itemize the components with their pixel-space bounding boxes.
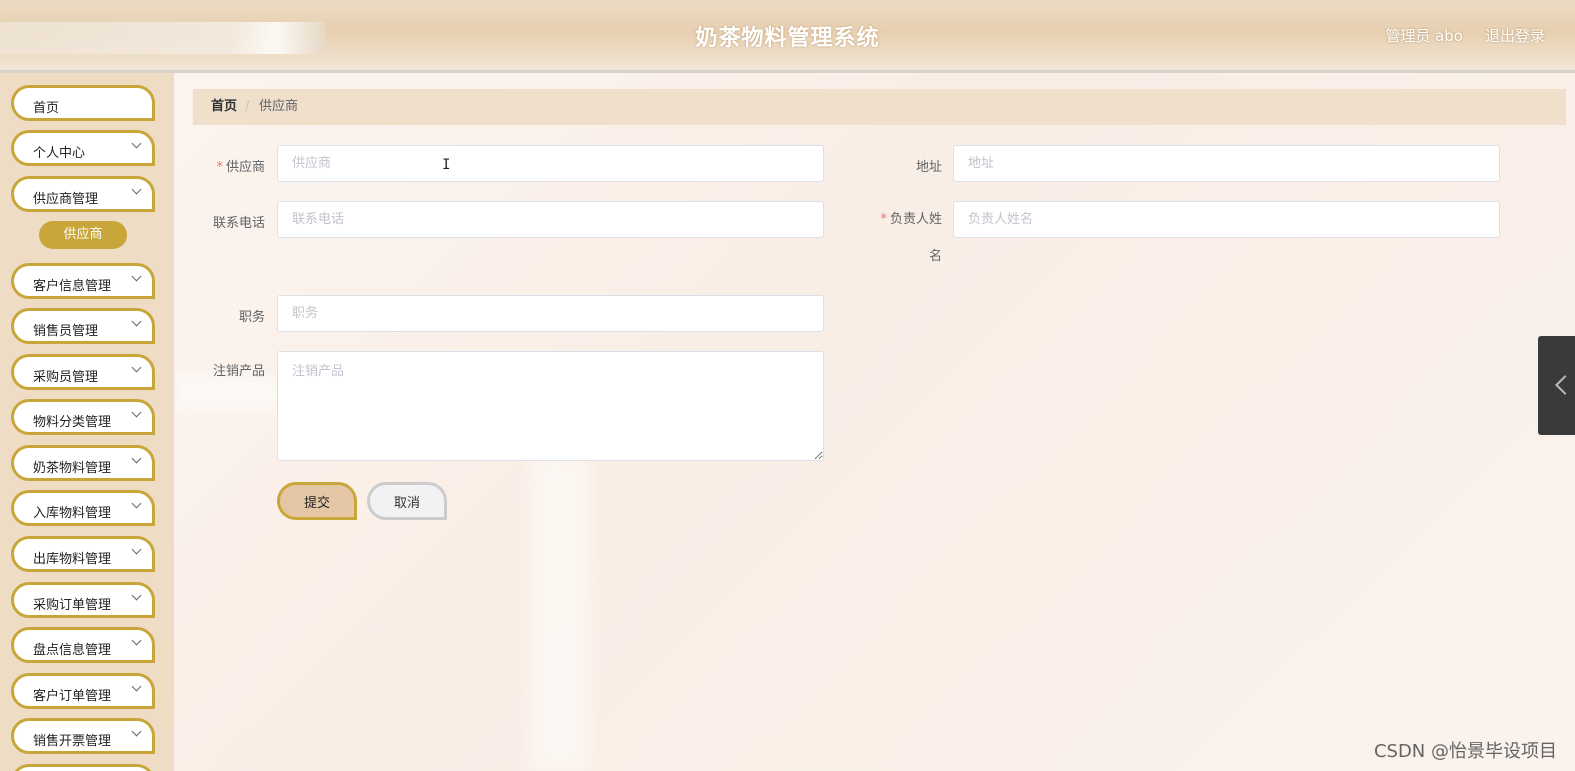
app-title: 奶茶物料管理系统: [695, 26, 880, 51]
chevron-down-icon: [131, 635, 142, 646]
sidebar-item-label: 客户订单管理: [33, 689, 112, 704]
contact-name-input[interactable]: [953, 201, 1500, 238]
sidebar-item-label: 入库物料管理: [33, 506, 112, 521]
sidebar-menu: 首页 个人中心 供应商管理 供应商 客户信息管理 销售员管理 采购员管理 物料分…: [0, 73, 174, 771]
chevron-down-icon: [131, 362, 142, 373]
text-cursor-icon: I: [442, 157, 451, 173]
sidebar-item-salesperson[interactable]: 销售员管理: [11, 308, 155, 344]
sidebar-item-purchaser[interactable]: 采购员管理: [11, 354, 155, 390]
supplier-label-text: 供应商: [225, 160, 265, 175]
sidebar-item-label: 奶茶物料管理: [33, 461, 112, 476]
chevron-down-icon: [131, 138, 142, 149]
current-user: 管理员 abo: [1385, 27, 1463, 45]
watermark: CSDN @怡景毕设项目: [1373, 741, 1557, 762]
chevron-down-icon: [131, 271, 142, 282]
breadcrumb-separator: /: [245, 99, 250, 114]
sidebar-item-customer-order[interactable]: 客户订单管理: [11, 673, 155, 709]
contact-name-label-line2: 名: [928, 249, 942, 264]
chevron-down-icon: [131, 316, 142, 327]
sidebar-item-inbound-material[interactable]: 入库物料管理: [11, 490, 155, 526]
sidebar-item-label: 物料分类管理: [33, 415, 112, 430]
sidebar-item-material-category[interactable]: 物料分类管理: [11, 399, 155, 435]
sidebar-item-personal-center[interactable]: 个人中心: [11, 130, 155, 166]
products-textarea[interactable]: [277, 351, 824, 461]
address-label: 地址: [915, 160, 942, 175]
submit-button[interactable]: 提交: [277, 482, 357, 520]
breadcrumb-current: 供应商: [259, 99, 299, 114]
chevron-down-icon: [131, 407, 142, 418]
sidebar-item-customer-info[interactable]: 客户信息管理: [11, 263, 155, 299]
supplier-input[interactable]: [277, 145, 824, 182]
phone-label: 联系电话: [212, 216, 265, 231]
sidebar-item-label: 销售员管理: [33, 324, 99, 339]
chevron-down-icon: [131, 726, 142, 737]
sidebar-item-purchase-order[interactable]: 采购订单管理: [11, 582, 155, 618]
chevron-down-icon: [131, 544, 142, 555]
background-decor: [529, 453, 589, 771]
chevron-down-icon: [131, 681, 142, 692]
sidebar-item-supplier-management[interactable]: 供应商管理: [11, 176, 155, 212]
products-label: 注销产品: [212, 364, 265, 379]
sidebar-item-label: 销售开票管理: [33, 734, 112, 749]
app-header: 奶茶物料管理系统 管理员 abo 退出登录: [0, 0, 1575, 73]
main-content: 首页 / 供应商 *供应商 I 地址 联系电话 *负责人姓 名 职务 注销产品 …: [174, 73, 1575, 771]
chevron-down-icon: [131, 498, 142, 509]
chevron-down-icon: [131, 590, 142, 601]
breadcrumb: 首页 / 供应商: [193, 89, 1566, 125]
chevron-left-icon: [1555, 375, 1575, 395]
required-mark: *: [880, 212, 887, 227]
sidebar-subitem-supplier[interactable]: 供应商: [39, 221, 127, 249]
cancel-button[interactable]: 取消: [367, 482, 447, 520]
sidebar-item-inventory-check[interactable]: 盘点信息管理: [11, 627, 155, 663]
supplier-label: * 供应商: [185, 156, 265, 175]
chevron-down-icon: [131, 184, 142, 195]
sidebar-item-more[interactable]: [11, 764, 155, 771]
sidebar-item-label: 客户信息管理: [33, 279, 112, 294]
background-decor: [174, 373, 284, 413]
sidebar-item-tea-material[interactable]: 奶茶物料管理: [11, 445, 155, 481]
address-input[interactable]: [953, 145, 1500, 182]
contact-name-label-line1: 负责人姓: [889, 212, 942, 227]
contact-name-label: * 负责人姓 名: [862, 201, 942, 275]
breadcrumb-home[interactable]: 首页: [211, 89, 237, 125]
logout-link[interactable]: 退出登录: [1485, 25, 1545, 46]
phone-input[interactable]: [277, 201, 824, 238]
sidebar-item-label: 采购员管理: [33, 370, 99, 385]
position-label: 职务: [238, 310, 265, 325]
sidebar-item-sales-invoice[interactable]: 销售开票管理: [11, 718, 155, 754]
sidebar-item-label: 首页: [33, 101, 60, 116]
sidebar-item-home[interactable]: 首页: [11, 85, 155, 121]
sidebar-item-label: 出库物料管理: [33, 552, 112, 567]
sidebar-item-label: 盘点信息管理: [33, 643, 112, 658]
sidebar-item-label: 供应商管理: [33, 192, 99, 207]
sidebar-item-label: 个人中心: [33, 146, 86, 161]
required-mark: *: [216, 160, 223, 175]
sidebar-item-outbound-material[interactable]: 出库物料管理: [11, 536, 155, 572]
position-input[interactable]: [277, 295, 824, 332]
chevron-down-icon: [131, 453, 142, 464]
sidebar-item-label: 采购订单管理: [33, 598, 112, 613]
side-panel-toggle[interactable]: [1538, 336, 1575, 435]
